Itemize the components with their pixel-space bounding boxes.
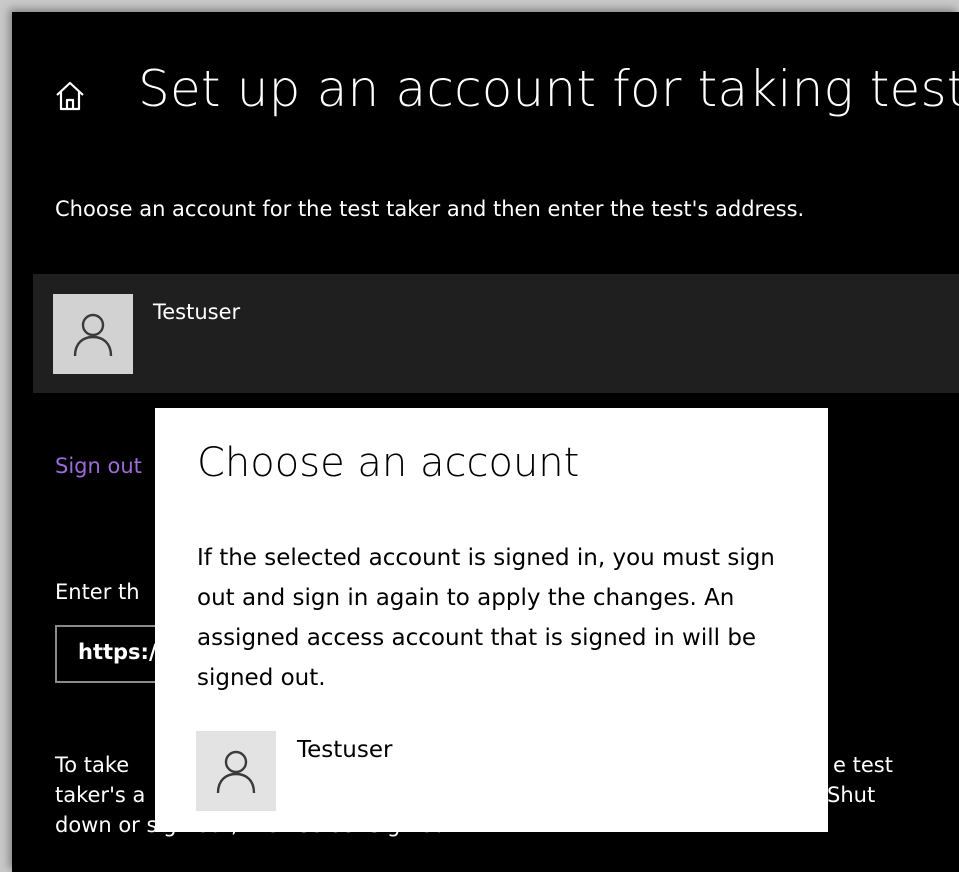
test-url-value: https:/ [78, 640, 157, 664]
instructions-text: Choose an account for the test taker and… [55, 197, 805, 221]
dialog-title: Choose an account [197, 440, 580, 486]
dialog-account-item[interactable]: Testuser [196, 731, 796, 813]
account-card[interactable]: Testuser [33, 274, 959, 393]
account-avatar [53, 294, 133, 374]
sign-out-link-text-left: Sign out [55, 454, 142, 478]
dialog-account-name: Testuser [297, 737, 393, 763]
page-title: Set up an account for taking tests [138, 60, 959, 118]
person-icon [216, 750, 256, 794]
home-icon[interactable] [53, 79, 87, 113]
account-name: Testuser [153, 300, 241, 324]
test-url-label: Enter th [55, 580, 140, 604]
choose-account-dialog: Choose an account If the selected accoun… [155, 408, 828, 832]
dialog-account-avatar [196, 731, 276, 811]
settings-window: Set up an account for taking tests Choos… [12, 12, 959, 872]
person-icon [73, 313, 113, 357]
dialog-message: If the selected account is signed in, yo… [197, 545, 775, 691]
screenshot-frame: Set up an account for taking tests Choos… [0, 0, 959, 872]
